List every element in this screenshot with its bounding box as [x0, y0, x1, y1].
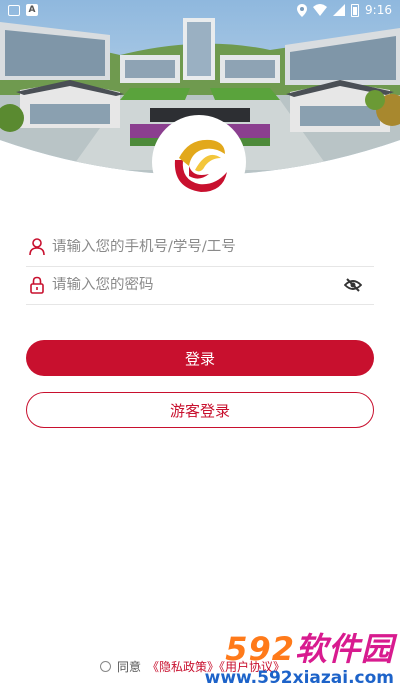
login-button[interactable]: 登录 — [26, 340, 374, 376]
password-field — [26, 266, 374, 305]
battery-icon — [351, 3, 360, 17]
agreement-row: 同意 《隐私政策》《用户协议》 — [100, 658, 285, 675]
lock-icon — [26, 274, 48, 296]
agreement-prefix: 同意 — [117, 660, 142, 674]
guest-login-button-label: 游客登录 — [169, 401, 230, 420]
location-icon — [297, 3, 308, 17]
signal-icon — [333, 4, 346, 16]
guest-login-button[interactable]: 游客登录 — [26, 392, 374, 428]
app-notification-icon: A — [26, 4, 38, 16]
notification-icon — [8, 4, 20, 16]
account-field — [26, 228, 374, 267]
agree-radio[interactable] — [100, 661, 111, 672]
school-logo — [155, 118, 243, 206]
account-input[interactable] — [50, 239, 374, 255]
status-time: 9:16 — [365, 3, 392, 17]
wifi-icon — [313, 4, 328, 16]
watermark-brand-text: 软件园 — [294, 630, 394, 668]
privacy-policy-link[interactable]: 《隐私政策》《用户协议》 — [147, 658, 285, 675]
password-input[interactable] — [50, 277, 340, 293]
login-button-label: 登录 — [184, 349, 215, 368]
hide-password-icon[interactable] — [340, 274, 366, 296]
user-icon — [26, 236, 48, 258]
status-bar: A 9:16 — [0, 0, 400, 20]
